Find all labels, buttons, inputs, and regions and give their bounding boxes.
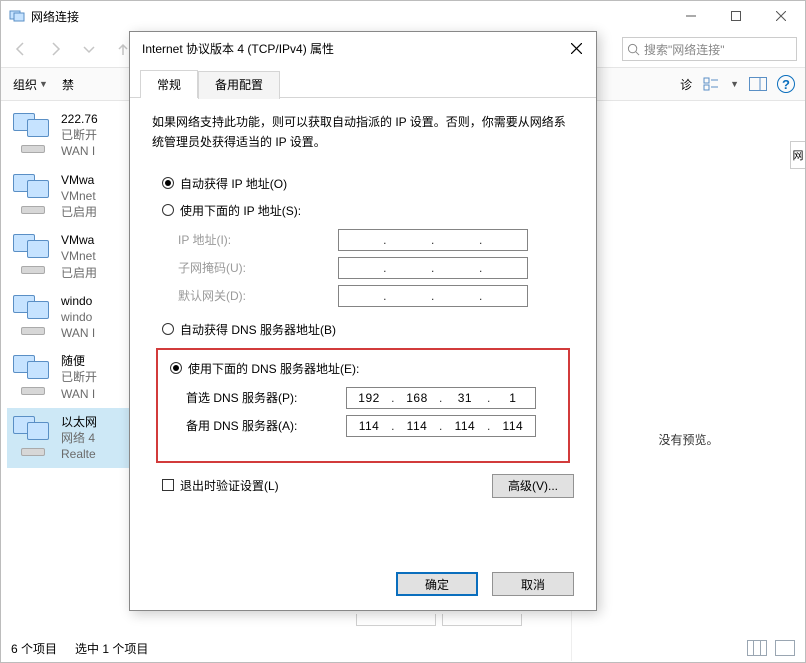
adapter-icon <box>11 172 53 214</box>
connection-status: VMnet <box>61 248 97 264</box>
radio-icon <box>162 177 174 189</box>
tab-alternate[interactable]: 备用配置 <box>198 71 280 99</box>
connection-status: 已断开 <box>61 127 98 143</box>
connection-name: windo <box>61 293 95 309</box>
connection-name: 随便 <box>61 353 97 369</box>
connection-status: 网络 4 <box>61 430 97 446</box>
titlebar: 网络连接 <box>1 1 805 31</box>
preview-pane-icon[interactable] <box>747 73 769 95</box>
organize-menu[interactable]: 组织▼ <box>9 74 52 95</box>
radio-ip-auto[interactable]: 自动获得 IP 地址(O) <box>162 175 574 192</box>
adapter-icon <box>11 232 53 274</box>
recent-dropdown[interactable] <box>77 37 101 61</box>
connection-name: VMwa <box>61 232 97 248</box>
network-connections-window: 网络连接 搜索"网络连接" 组织▼ 禁 诊 ▼ ? 222.76已断开WAN I… <box>0 0 806 663</box>
selected-count: 选中 1 个项目 <box>75 640 148 657</box>
preview-pane: 没有预览。 <box>571 101 805 661</box>
default-gateway-label: 默认网关(D): <box>178 287 338 304</box>
window-title: 网络连接 <box>31 8 668 25</box>
ok-button[interactable]: 确定 <box>396 572 478 596</box>
diagnose-button[interactable]: 诊 <box>680 76 692 93</box>
ipv4-properties-dialog: Internet 协议版本 4 (TCP/IPv4) 属性 常规 备用配置 如果… <box>129 31 597 611</box>
connection-adapter: WAN I <box>61 386 97 402</box>
search-placeholder: 搜索"网络连接" <box>644 41 725 58</box>
minimize-button[interactable] <box>668 2 713 30</box>
radio-icon <box>162 323 174 335</box>
radio-ip-manual[interactable]: 使用下面的 IP 地址(S): <box>162 202 574 219</box>
adapter-icon <box>11 293 53 335</box>
adapter-icon <box>11 353 53 395</box>
search-input[interactable]: 搜索"网络连接" <box>622 37 797 61</box>
connection-adapter: 已启用 <box>61 204 97 220</box>
dialog-body: 如果网络支持此功能，则可以获取自动指派的 IP 设置。否则，你需要从网络系统管理… <box>130 98 596 508</box>
item-count: 6 个项目 <box>11 640 57 657</box>
help-icon[interactable]: ? <box>777 75 795 93</box>
subnet-mask-field: ... <box>338 257 528 279</box>
connection-name: VMwa <box>61 172 97 188</box>
connection-adapter: 已启用 <box>61 265 97 281</box>
connection-name: 222.76 <box>61 111 98 127</box>
advanced-button[interactable]: 高级(V)... <box>492 474 574 498</box>
radio-dns-manual[interactable]: 使用下面的 DNS 服务器地址(E): <box>170 360 562 377</box>
connection-adapter: Realte <box>61 446 97 462</box>
status-bar: 6 个项目 选中 1 个项目 <box>1 634 805 662</box>
no-preview-text: 没有预览。 <box>658 431 718 448</box>
connection-status: 已断开 <box>61 369 97 385</box>
details-view-icon[interactable] <box>747 640 767 656</box>
adapter-icon <box>11 111 53 153</box>
primary-dns-field[interactable]: 192. 168. 31. 1 <box>346 387 536 409</box>
adapter-icon <box>11 414 53 456</box>
alternate-dns-label: 备用 DNS 服务器(A): <box>186 417 346 434</box>
view-dropdown-icon[interactable]: ▼ <box>730 79 739 89</box>
app-icon <box>9 8 25 24</box>
dialog-titlebar: Internet 协议版本 4 (TCP/IPv4) 属性 <box>130 32 596 64</box>
radio-icon <box>162 204 174 216</box>
highlighted-dns-section: 使用下面的 DNS 服务器地址(E): 首选 DNS 服务器(P): 192. … <box>156 348 570 463</box>
large-icons-view-icon[interactable] <box>775 640 795 656</box>
dialog-tabs: 常规 备用配置 <box>130 64 596 98</box>
primary-dns-label: 首选 DNS 服务器(P): <box>186 389 346 406</box>
back-button[interactable] <box>9 37 33 61</box>
toolbar-right: 诊 ▼ ? <box>676 67 799 101</box>
hidden-tabbar-partial <box>356 614 522 626</box>
default-gateway-field: ... <box>338 285 528 307</box>
close-button[interactable] <box>758 2 803 30</box>
ip-address-field: ... <box>338 229 528 251</box>
radio-dns-auto[interactable]: 自动获得 DNS 服务器地址(B) <box>162 321 574 338</box>
connection-name: 以太网 <box>61 414 97 430</box>
cancel-button[interactable]: 取消 <box>492 572 574 596</box>
alternate-dns-field[interactable]: 114. 114. 114. 114 <box>346 415 536 437</box>
disable-device-button[interactable]: 禁 <box>58 74 78 95</box>
connection-adapter: WAN I <box>61 325 95 341</box>
connection-adapter: WAN I <box>61 143 98 159</box>
checkbox-icon <box>162 479 174 491</box>
view-options-icon[interactable] <box>700 73 722 95</box>
dialog-close-button[interactable] <box>560 34 592 62</box>
dialog-title: Internet 协议版本 4 (TCP/IPv4) 属性 <box>142 40 560 57</box>
maximize-button[interactable] <box>713 2 758 30</box>
radio-icon <box>170 362 182 374</box>
tab-general[interactable]: 常规 <box>140 70 198 98</box>
forward-button[interactable] <box>43 37 67 61</box>
ip-address-label: IP 地址(I): <box>178 231 338 248</box>
connection-status: VMnet <box>61 188 97 204</box>
connection-status: windo <box>61 309 95 325</box>
subnet-mask-label: 子网掩码(U): <box>178 259 338 276</box>
dialog-intro-text: 如果网络支持此功能，则可以获取自动指派的 IP 设置。否则，你需要从网络系统管理… <box>152 112 574 153</box>
search-icon <box>627 43 640 56</box>
side-tab-sliver[interactable]: 网 <box>790 141 805 169</box>
